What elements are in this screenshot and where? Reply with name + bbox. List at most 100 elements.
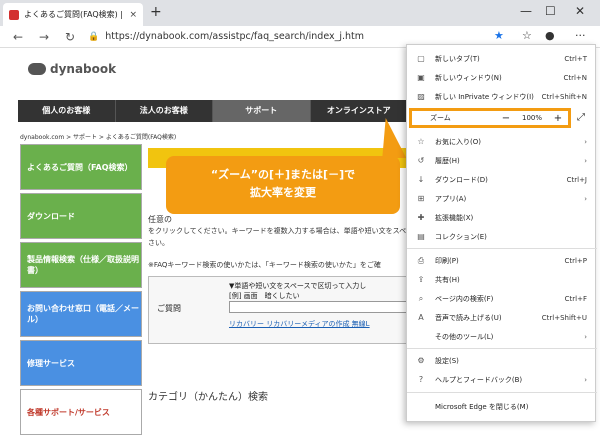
- zoom-label: ズーム: [430, 114, 451, 122]
- left-nav-item[interactable]: ダウンロード: [20, 193, 142, 239]
- new-tab-icon: ▢: [417, 54, 425, 63]
- chevron-right-icon: ›: [584, 332, 587, 341]
- menu-label: 共有(H): [435, 275, 460, 284]
- category-heading: カテゴリ（かんたん）検索: [148, 392, 268, 403]
- zoom-value: 100%: [521, 114, 542, 122]
- menu-label: 履歴(H): [435, 156, 460, 165]
- menu-apps[interactable]: ⊞ アプリ(A) ›: [407, 189, 597, 208]
- menu-help[interactable]: ? ヘルプとフィードバック(B) ›: [407, 370, 597, 389]
- menu-label: お気に入り(O): [435, 137, 481, 146]
- left-nav-item[interactable]: お問い合わせ窓口（電話／メール）: [20, 291, 142, 337]
- site-logo[interactable]: dynabook: [28, 62, 116, 76]
- menu-label: 拡張機能(X): [435, 213, 474, 222]
- menu-shortcut: Ctrl+Shift+U: [541, 313, 587, 322]
- keyword-links[interactable]: リカバリー リカバリーメディアの作成 無線L: [229, 319, 370, 329]
- menu-shortcut: Ctrl+N: [563, 73, 587, 82]
- menu-find[interactable]: ⌕ ページ内の検索(F) Ctrl+F: [407, 289, 597, 308]
- search-example: [例] 画面 暗くしたい: [229, 292, 300, 300]
- callout-line2: 拡大率を変更: [250, 185, 316, 199]
- menu-label: 設定(S): [435, 356, 459, 365]
- menu-collections[interactable]: ▤ コレクション(E): [407, 227, 597, 246]
- zoom-row: ズーム − 100% +: [409, 108, 571, 128]
- menu-share[interactable]: ⇪ 共有(H): [407, 270, 597, 289]
- gnav-item[interactable]: 個人のお客様: [18, 100, 116, 122]
- help-icon: ?: [418, 375, 424, 384]
- minimize-icon[interactable]: —: [520, 4, 532, 18]
- maximize-icon[interactable]: ☐: [545, 4, 556, 18]
- menu-label: ヘルプとフィードバック(B): [435, 375, 523, 384]
- menu-read-aloud[interactable]: A 音声で読み上げる(U) Ctrl+Shift+U: [407, 308, 597, 327]
- menu-extensions[interactable]: ✚ 拡張機能(X): [407, 208, 597, 227]
- favorites-icon: ☆: [417, 137, 425, 146]
- menu-shortcut: Ctrl+Shift+N: [541, 92, 587, 101]
- menu-history[interactable]: ↺ 履歴(H) ›: [407, 151, 597, 170]
- intro-line: をクリックしてください。キーワードを複数入力する場合は、単語や短い文をスペ: [148, 227, 407, 235]
- left-nav-item[interactable]: 製品情報検索（仕様／取扱説明書）: [20, 242, 142, 288]
- lock-icon: 🔒: [88, 31, 100, 42]
- zoom-in-button[interactable]: +: [548, 113, 568, 124]
- callout-line1: “ズーム”の[＋]または[－]で: [210, 168, 356, 181]
- refresh-icon[interactable]: ↻: [62, 30, 78, 44]
- download-icon: ↓: [417, 175, 425, 184]
- fullscreen-icon[interactable]: ⤢: [577, 112, 585, 123]
- menu-label: Microsoft Edge を閉じる(M): [435, 402, 529, 411]
- menu-label: 音声で読み上げる(U): [435, 313, 502, 322]
- close-window-icon[interactable]: ✕: [575, 4, 585, 18]
- menu-settings[interactable]: ⚙ 設定(S): [407, 351, 597, 370]
- menu-label: ページ内の検索(F): [435, 294, 494, 303]
- tab-close-icon[interactable]: ×: [129, 10, 137, 20]
- gear-icon: ⚙: [417, 356, 425, 365]
- new-window-icon: ▣: [417, 73, 425, 82]
- inprivate-icon: ▨: [417, 92, 425, 101]
- left-nav-item[interactable]: 各種サポート/サービス: [20, 389, 142, 435]
- menu-label: アプリ(A): [435, 194, 467, 203]
- menu-label: コレクション(E): [435, 232, 487, 241]
- menu-shortcut: Ctrl+F: [564, 294, 587, 303]
- gnav-item[interactable]: 法人のお客様: [116, 100, 213, 122]
- gnav-item[interactable]: サポート: [213, 100, 311, 122]
- search-input[interactable]: [229, 301, 409, 313]
- find-icon: ⌕: [418, 293, 424, 303]
- chevron-right-icon: ›: [584, 137, 587, 146]
- extensions-icon: ✚: [417, 213, 425, 222]
- more-menu-icon[interactable]: ···: [575, 29, 586, 42]
- logo-text: dynabook: [50, 62, 117, 76]
- logo-mark-icon: [28, 63, 46, 75]
- menu-downloads[interactable]: ↓ ダウンロード(D) Ctrl+J: [407, 170, 597, 189]
- intro-line: さい。: [148, 239, 169, 247]
- menu-label: 印刷(P): [435, 256, 459, 265]
- favorites-bar-icon[interactable]: ☆: [522, 29, 532, 42]
- favorite-star-icon[interactable]: ★: [494, 29, 504, 42]
- chevron-right-icon: ›: [584, 156, 587, 165]
- left-nav-item[interactable]: 修理サービス: [20, 340, 142, 386]
- breadcrumb: dynabook.com > サポート > よくあるご質問(FAQ検索): [20, 134, 177, 141]
- zoom-out-button[interactable]: −: [496, 113, 516, 124]
- menu-new-private[interactable]: ▨ 新しい InPrivate ウィンドウ(I) Ctrl+Shift+N: [407, 87, 597, 106]
- back-icon[interactable]: ←: [10, 30, 26, 44]
- print-icon: ⎙: [417, 255, 425, 265]
- menu-divider: [407, 348, 597, 349]
- menu-shortcut: Ctrl+J: [566, 175, 587, 184]
- tab-faq[interactable]: よくあるご質問(FAQ検索) | サポート ×: [3, 3, 143, 26]
- profile-avatar-icon[interactable]: ●: [545, 29, 555, 42]
- search-box: ご質問 ▼単語や短い文をスペースで区切って入力し [例] 画面 暗くしたい リカ…: [148, 276, 410, 344]
- left-nav-item[interactable]: よくあるご質問（FAQ検索）: [20, 144, 142, 190]
- favicon-icon: [9, 9, 19, 20]
- menu-close-edge[interactable]: Microsoft Edge を閉じる(M): [407, 397, 597, 416]
- menu-new-window[interactable]: ▣ 新しいウィンドウ(N) Ctrl+N: [407, 68, 597, 87]
- new-tab-icon[interactable]: +: [150, 4, 162, 20]
- menu-print[interactable]: ⎙ 印刷(P) Ctrl+P: [407, 251, 597, 270]
- menu-favorites[interactable]: ☆ お気に入り(O) ›: [407, 132, 597, 151]
- url-field[interactable]: 🔒 https://dynabook.com/assistpc/faq_sear…: [88, 31, 428, 42]
- gnav-item[interactable]: オンラインストア: [311, 100, 408, 122]
- menu-label: その他のツール(L): [435, 332, 494, 341]
- menu-label: ダウンロード(D): [435, 175, 488, 184]
- menu-divider: [407, 248, 597, 249]
- forward-icon[interactable]: →: [36, 30, 52, 44]
- menu-label: 新しいウィンドウ(N): [435, 73, 502, 82]
- global-nav: 個人のお客様 法人のお客様 サポート オンラインストア: [18, 100, 408, 122]
- left-nav: よくあるご質問（FAQ検索） ダウンロード 製品情報検索（仕様／取扱説明書） お…: [20, 144, 142, 438]
- menu-more-tools[interactable]: その他のツール(L) ›: [407, 327, 597, 346]
- menu-divider: [407, 392, 597, 393]
- menu-new-tab[interactable]: ▢ 新しいタブ(T) Ctrl+T: [407, 49, 597, 68]
